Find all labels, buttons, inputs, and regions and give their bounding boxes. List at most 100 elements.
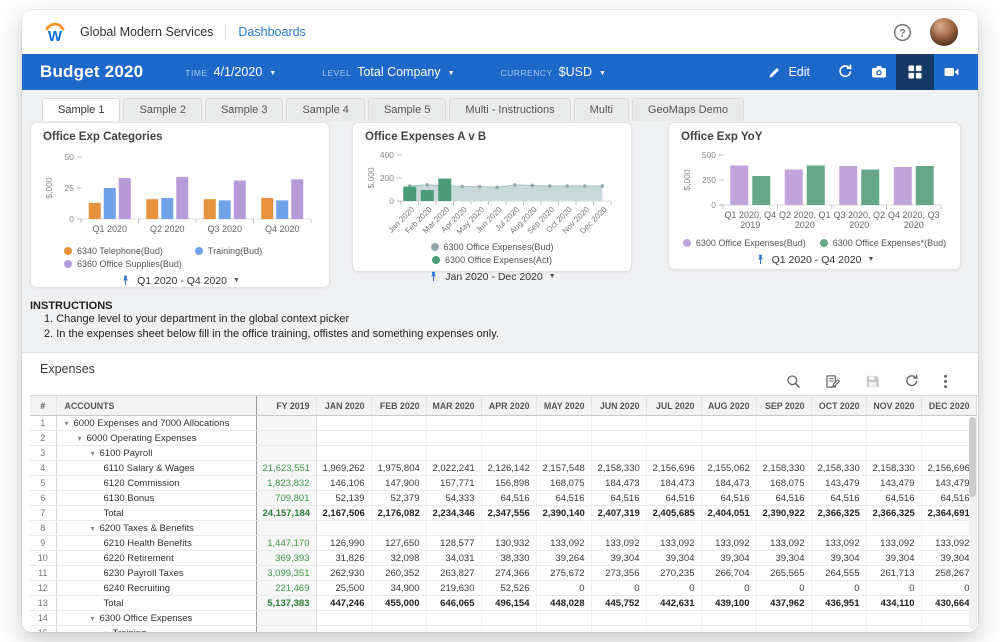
month-cell[interactable]	[536, 446, 591, 461]
month-cell[interactable]: 260,352	[371, 566, 426, 581]
account-cell[interactable]: 6210 Health Benefits	[56, 536, 256, 551]
month-cell[interactable]: 39,304	[756, 551, 811, 566]
column-header[interactable]: FY 2019	[256, 396, 316, 416]
month-cell[interactable]	[701, 416, 756, 431]
month-cell[interactable]: 143,479	[811, 476, 866, 491]
month-cell[interactable]: 2,390,140	[536, 506, 591, 521]
fy2019-cell[interactable]	[256, 446, 316, 461]
month-cell[interactable]	[316, 446, 371, 461]
month-cell[interactable]: 32,098	[371, 551, 426, 566]
legend-item[interactable]: 6300 Office Expenses(Bud)	[431, 241, 554, 254]
column-header[interactable]: FEB 2020	[371, 396, 426, 416]
refresh-sheet-button[interactable]	[904, 374, 919, 389]
month-cell[interactable]	[536, 416, 591, 431]
month-cell[interactable]: 455,000	[371, 596, 426, 611]
nav-dashboards[interactable]: Dashboards	[238, 25, 305, 39]
month-cell[interactable]: 2,126,142	[481, 461, 536, 476]
month-cell[interactable]: 447,246	[316, 596, 371, 611]
month-cell[interactable]	[426, 626, 481, 633]
month-cell[interactable]	[646, 611, 701, 626]
month-cell[interactable]	[591, 626, 646, 633]
month-cell[interactable]	[426, 611, 481, 626]
month-cell[interactable]: 0	[536, 581, 591, 596]
legend-item[interactable]: 6340 Telephone(Bud)	[64, 245, 163, 258]
snapshot-button[interactable]	[862, 54, 896, 90]
account-cell[interactable]: ▾6000 Operating Expenses	[56, 431, 256, 446]
currency-context-picker[interactable]: CURRENCY $USD ▼	[501, 65, 606, 79]
account-cell[interactable]: Total	[56, 596, 256, 611]
month-cell[interactable]: 133,092	[536, 536, 591, 551]
month-cell[interactable]: 0	[646, 581, 701, 596]
expand-collapse-caret[interactable]: ▾	[91, 614, 95, 623]
month-cell[interactable]: 2,347,556	[481, 506, 536, 521]
month-cell[interactable]	[371, 626, 426, 633]
month-cell[interactable]: 64,516	[811, 491, 866, 506]
month-cell[interactable]	[536, 611, 591, 626]
fy2019-cell[interactable]: 1,447,170	[256, 536, 316, 551]
fy2019-cell[interactable]: 1,823,832	[256, 476, 316, 491]
month-cell[interactable]: 168,075	[536, 476, 591, 491]
month-cell[interactable]: 2,407,319	[591, 506, 646, 521]
month-cell[interactable]	[921, 431, 976, 446]
month-cell[interactable]	[591, 611, 646, 626]
fy2019-cell[interactable]	[256, 431, 316, 446]
month-cell[interactable]: 0	[701, 581, 756, 596]
chart-period-picker[interactable]: Q1 2020 - Q4 2020 ▼	[681, 253, 948, 266]
month-cell[interactable]	[701, 521, 756, 536]
level-context-picker[interactable]: LEVEL Total Company ▼	[322, 65, 454, 79]
fy2019-cell[interactable]: 24,157,184	[256, 506, 316, 521]
month-cell[interactable]	[756, 416, 811, 431]
month-cell[interactable]: 275,672	[536, 566, 591, 581]
month-cell[interactable]: 143,479	[921, 476, 976, 491]
month-cell[interactable]: 184,473	[591, 476, 646, 491]
scrollbar-thumb[interactable]	[969, 417, 976, 497]
month-cell[interactable]: 0	[921, 581, 976, 596]
month-cell[interactable]	[811, 431, 866, 446]
month-cell[interactable]: 2,158,330	[756, 461, 811, 476]
month-cell[interactable]	[811, 626, 866, 633]
month-cell[interactable]	[866, 446, 921, 461]
month-cell[interactable]: 2,156,696	[646, 461, 701, 476]
tab-sample-5[interactable]: Sample 5	[368, 98, 446, 121]
month-cell[interactable]: 448,028	[536, 596, 591, 611]
month-cell[interactable]: 133,092	[756, 536, 811, 551]
month-cell[interactable]	[921, 446, 976, 461]
month-cell[interactable]: 128,577	[426, 536, 481, 551]
refresh-button[interactable]	[828, 54, 862, 90]
month-cell[interactable]	[591, 416, 646, 431]
fy2019-cell[interactable]: 5,137,383	[256, 596, 316, 611]
month-cell[interactable]: 0	[866, 581, 921, 596]
month-cell[interactable]	[481, 431, 536, 446]
expand-collapse-caret[interactable]: ▾	[65, 419, 69, 428]
month-cell[interactable]	[921, 626, 976, 633]
fy2019-cell[interactable]: 221,469	[256, 581, 316, 596]
account-cell[interactable]: ▾6200 Taxes & Benefits	[56, 521, 256, 536]
month-cell[interactable]: 274,366	[481, 566, 536, 581]
month-cell[interactable]	[646, 446, 701, 461]
month-cell[interactable]: 265,565	[756, 566, 811, 581]
month-cell[interactable]	[426, 521, 481, 536]
month-cell[interactable]: 39,304	[591, 551, 646, 566]
month-cell[interactable]: 39,264	[536, 551, 591, 566]
fy2019-cell[interactable]: 21,623,551	[256, 461, 316, 476]
time-context-picker[interactable]: TIME 4/1/2020 ▼	[185, 65, 276, 79]
month-cell[interactable]	[811, 521, 866, 536]
month-cell[interactable]: 133,092	[646, 536, 701, 551]
month-cell[interactable]	[811, 416, 866, 431]
month-cell[interactable]	[866, 521, 921, 536]
month-cell[interactable]: 445,752	[591, 596, 646, 611]
month-cell[interactable]: 64,516	[591, 491, 646, 506]
month-cell[interactable]: 143,479	[866, 476, 921, 491]
month-cell[interactable]: 39,304	[811, 551, 866, 566]
account-cell[interactable]: ▾6000 Expenses and 7000 Allocations	[56, 416, 256, 431]
month-cell[interactable]	[921, 611, 976, 626]
month-cell[interactable]: 2,022,241	[426, 461, 481, 476]
month-cell[interactable]: 52,379	[371, 491, 426, 506]
fy2019-cell[interactable]: 3,099,351	[256, 566, 316, 581]
month-cell[interactable]	[371, 446, 426, 461]
month-cell[interactable]: 0	[756, 581, 811, 596]
month-cell[interactable]: 64,516	[646, 491, 701, 506]
account-cell[interactable]: 6230 Payroll Taxes	[56, 566, 256, 581]
month-cell[interactable]: 64,516	[756, 491, 811, 506]
month-cell[interactable]: 262,930	[316, 566, 371, 581]
